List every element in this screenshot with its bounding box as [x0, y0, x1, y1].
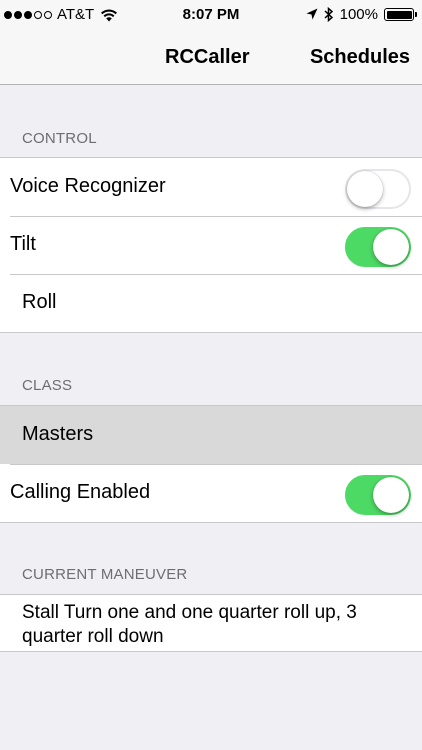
- tilt-row: Tilt: [0, 216, 422, 274]
- roll-row[interactable]: Roll: [0, 274, 422, 332]
- tilt-label: Tilt: [10, 233, 36, 255]
- navigation-bar: RCCaller Schedules: [0, 30, 422, 85]
- tilt-toggle[interactable]: [345, 227, 411, 267]
- toggle-knob: [373, 229, 409, 265]
- class-group: Masters Calling Enabled: [0, 405, 422, 523]
- masters-row[interactable]: Masters: [0, 406, 422, 464]
- status-right: 100%: [306, 6, 417, 23]
- toggle-knob: [347, 171, 383, 207]
- roll-label: Roll: [22, 291, 57, 313]
- masters-label: Masters: [22, 423, 94, 445]
- control-group: Voice Recognizer Tilt Roll: [0, 157, 422, 333]
- calling-enabled-row: Calling Enabled: [0, 464, 422, 522]
- current-maneuver-text: Stall Turn one and one quarter roll up, …: [22, 602, 357, 647]
- battery-percent: 100%: [339, 6, 378, 23]
- calling-enabled-label: Calling Enabled: [10, 481, 151, 503]
- voice-recognizer-row: Voice Recognizer: [0, 158, 422, 216]
- page-title: RCCaller: [165, 46, 250, 68]
- bluetooth-icon: [324, 7, 333, 22]
- class-section-header: CLASS: [22, 377, 73, 394]
- battery-fill: [386, 10, 412, 19]
- battery-icon: [384, 8, 417, 21]
- voice-recognizer-label: Voice Recognizer: [10, 175, 166, 197]
- control-section-header: CONTROL: [22, 130, 97, 147]
- location-arrow-icon: [306, 8, 318, 20]
- calling-enabled-toggle[interactable]: [345, 475, 411, 515]
- schedules-button[interactable]: Schedules: [310, 46, 410, 69]
- current-maneuver-group: Stall Turn one and one quarter roll up, …: [0, 594, 422, 652]
- voice-recognizer-toggle[interactable]: [345, 169, 411, 209]
- status-bar: AT&T 8:07 PM 100%: [0, 0, 422, 30]
- toggle-knob: [373, 477, 409, 513]
- current-maneuver-section-header: CURRENT MANEUVER: [22, 566, 188, 583]
